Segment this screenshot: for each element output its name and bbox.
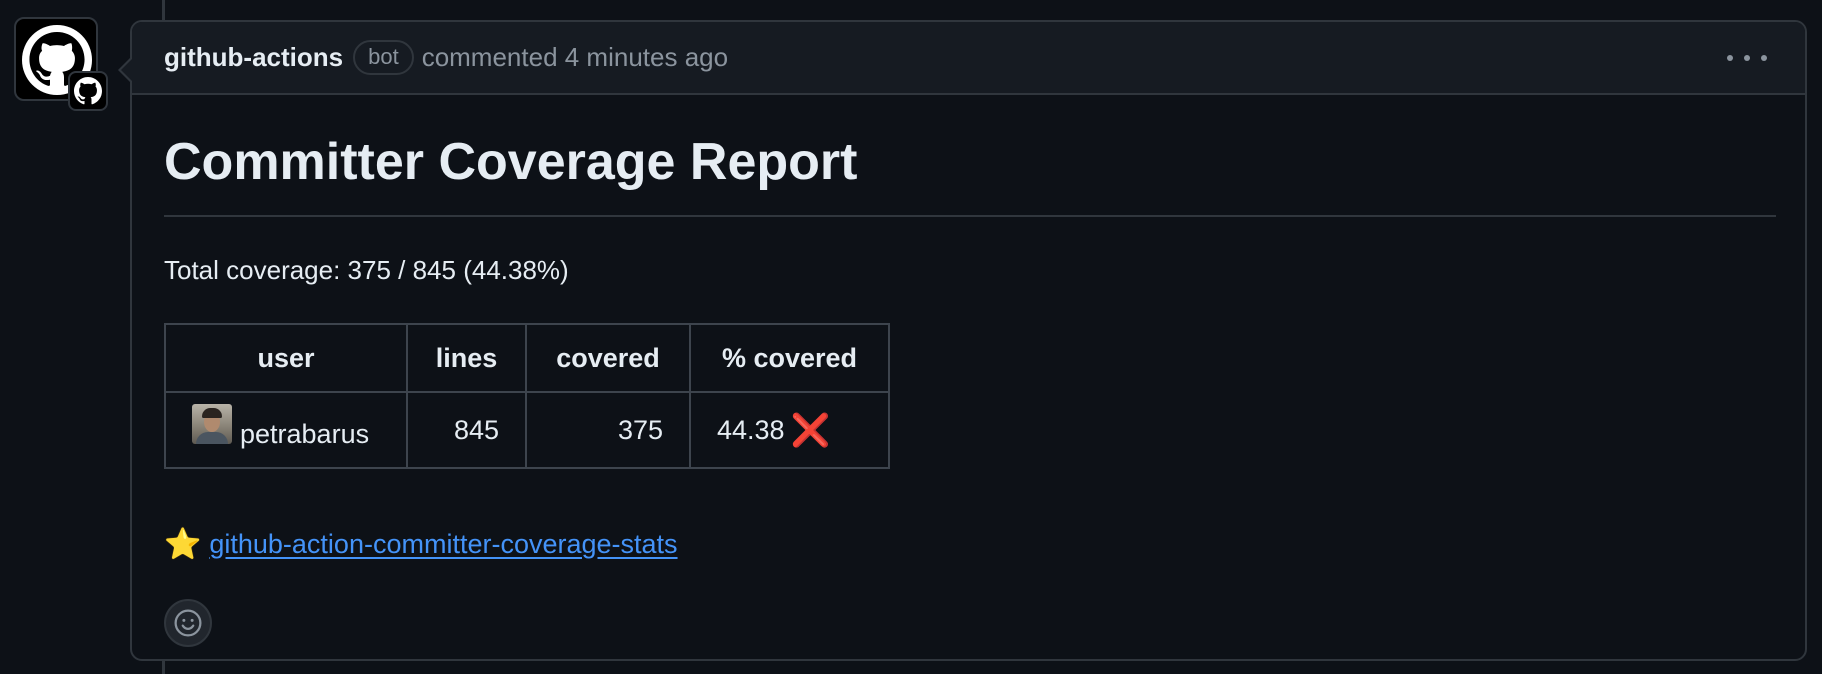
footer-link-line: ⭐ github-action-committer-coverage-stats bbox=[164, 527, 678, 562]
cross-mark-icon: ❌ bbox=[790, 412, 831, 448]
user-name: petrabarus bbox=[240, 419, 370, 449]
table-header-row: user lines covered % covered bbox=[164, 323, 890, 393]
user-cell: petrabarus bbox=[164, 391, 408, 469]
author-link[interactable]: github-actions bbox=[164, 42, 343, 73]
github-mark-icon bbox=[74, 77, 102, 105]
github-actions-avatar[interactable] bbox=[14, 17, 108, 111]
kebab-horizontal-icon[interactable] bbox=[1727, 46, 1767, 70]
covered-cell: 375 bbox=[525, 391, 691, 469]
dot bbox=[1761, 55, 1767, 61]
comment-header: github-actions bot commented 4 minutes a… bbox=[132, 22, 1805, 95]
user-avatar[interactable] bbox=[192, 404, 232, 444]
percent-covered-cell: 44.38 ❌ bbox=[689, 391, 890, 469]
dot bbox=[1727, 55, 1733, 61]
star-icon: ⭐ bbox=[164, 528, 202, 561]
report-title: Committer Coverage Report bbox=[164, 133, 858, 191]
comment-box: github-actions bot commented 4 minutes a… bbox=[118, 20, 1807, 661]
column-header-lines: lines bbox=[406, 323, 527, 393]
column-header-percent-covered: % covered bbox=[689, 323, 890, 393]
total-coverage-text: Total coverage: 375 / 845 (44.38%) bbox=[164, 255, 569, 285]
lines-cell: 845 bbox=[406, 391, 527, 469]
bot-badge: bot bbox=[353, 40, 414, 75]
column-header-covered: covered bbox=[525, 323, 691, 393]
add-reaction-button[interactable] bbox=[164, 599, 212, 647]
comment-timestamp[interactable]: commented 4 minutes ago bbox=[422, 42, 728, 73]
coverage-table: user lines covered % covered petrabarus bbox=[164, 323, 890, 469]
repo-link[interactable]: github-action-committer-coverage-stats bbox=[209, 529, 677, 560]
percent-value: 44.38 bbox=[717, 415, 785, 445]
app-badge bbox=[68, 71, 108, 111]
column-header-user: user bbox=[164, 323, 408, 393]
dot bbox=[1744, 55, 1750, 61]
smiley-icon bbox=[174, 609, 202, 637]
heading-divider bbox=[164, 215, 1776, 217]
table-row: petrabarus 845 375 44.38 ❌ bbox=[164, 391, 890, 469]
